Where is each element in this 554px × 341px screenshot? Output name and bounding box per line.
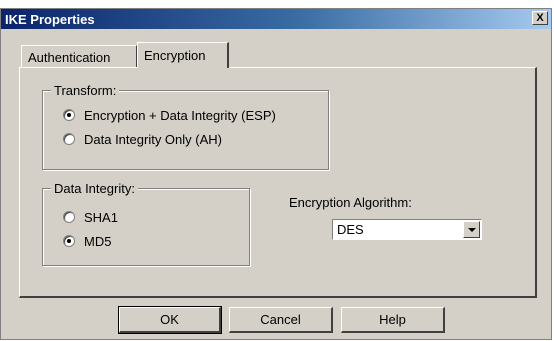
tab-authentication[interactable]: Authentication [21, 45, 137, 67]
encryption-algorithm-value: DES [337, 222, 364, 237]
close-button[interactable]: X [532, 11, 548, 25]
radio-ah[interactable]: Data Integrity Only (AH) [63, 131, 222, 147]
radio-sha1-button[interactable] [63, 211, 75, 223]
radio-esp-button[interactable] [63, 109, 75, 121]
data-integrity-legend: Data Integrity: [51, 181, 138, 196]
radio-sha1[interactable]: SHA1 [63, 209, 118, 225]
encryption-tab-panel: Transform: Encryption + Data Integrity (… [19, 67, 537, 298]
tab-authentication-label: Authentication [28, 50, 111, 65]
radio-sha1-label: SHA1 [84, 209, 118, 225]
data-integrity-group: Data Integrity: SHA1 MD5 [42, 181, 250, 266]
radio-esp[interactable]: Encryption + Data Integrity (ESP) [63, 107, 276, 123]
ok-button[interactable]: OK [118, 306, 222, 334]
cancel-button[interactable]: Cancel [229, 307, 333, 333]
radio-md5-label: MD5 [84, 233, 112, 249]
window-title: IKE Properties [5, 12, 95, 27]
help-button[interactable]: Help [341, 307, 445, 333]
radio-esp-label: Encryption + Data Integrity (ESP) [84, 107, 276, 123]
tab-encryption-label: Encryption [144, 48, 206, 63]
radio-md5[interactable]: MD5 [63, 233, 111, 249]
close-icon: X [536, 12, 544, 24]
tab-encryption[interactable]: Encryption [137, 42, 229, 68]
encryption-algorithm-select[interactable]: DES [332, 219, 482, 240]
transform-legend: Transform: [51, 83, 120, 98]
radio-md5-button[interactable] [63, 235, 75, 247]
title-bar[interactable]: IKE Properties X [1, 9, 551, 29]
ike-properties-dialog: IKE Properties X Authentication Encrypti… [0, 8, 552, 340]
radio-ah-label: Data Integrity Only (AH) [84, 131, 222, 147]
encryption-algorithm-label: Encryption Algorithm: [289, 195, 412, 210]
transform-group: Transform: Encryption + Data Integrity (… [42, 83, 329, 170]
chevron-down-icon[interactable] [463, 221, 480, 238]
radio-ah-button[interactable] [63, 133, 75, 145]
